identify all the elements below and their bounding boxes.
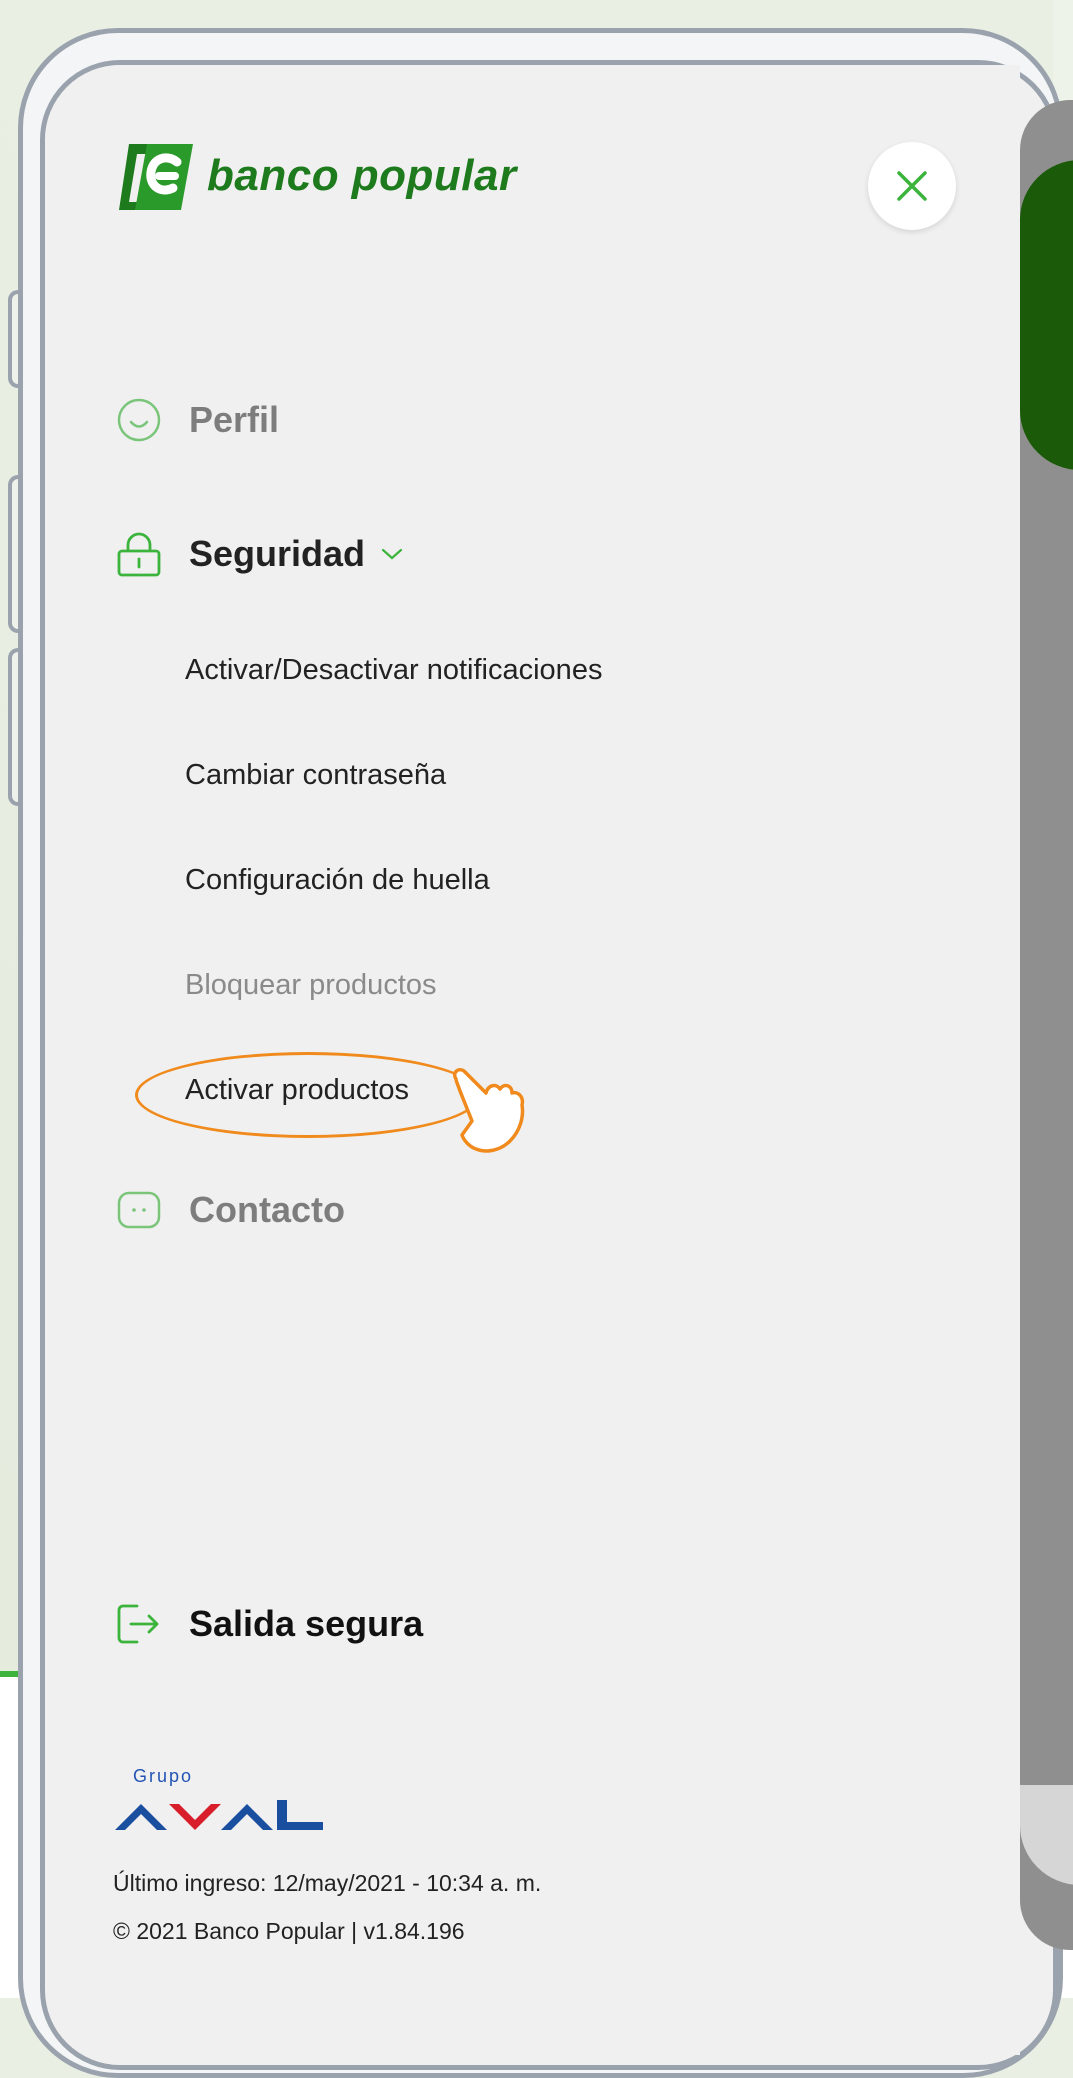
chat-bubble-icon bbox=[115, 1186, 163, 1234]
app-behind-green-card bbox=[1020, 160, 1073, 470]
menu-label-contacto: Contacto bbox=[189, 1189, 345, 1230]
side-drawer bbox=[45, 65, 1020, 2055]
grupo-aval-logo-mark bbox=[115, 1800, 323, 1830]
close-button[interactable] bbox=[868, 142, 956, 230]
chevron-down-icon bbox=[381, 548, 403, 560]
grupo-aval-logo-grupo: Grupo bbox=[133, 1766, 194, 1786]
menu-item-perfil[interactable]: Perfil bbox=[115, 396, 279, 444]
submenu-item[interactable]: Cambiar contraseña bbox=[185, 759, 446, 792]
menu-item-seguridad[interactable]: Seguridad bbox=[115, 530, 403, 578]
banco-popular-logo-icon bbox=[119, 144, 193, 210]
close-icon bbox=[897, 171, 927, 201]
last-login-text: Último ingreso: 12/may/2021 - 10:34 a. m… bbox=[113, 1870, 542, 1896]
exit-label: Salida segura bbox=[189, 1603, 424, 1644]
submenu-item[interactable]: Configuración de huella bbox=[185, 864, 490, 897]
menu-label-perfil: Perfil bbox=[189, 399, 280, 440]
exit-button[interactable]: Salida segura bbox=[115, 1600, 423, 1648]
lock-icon bbox=[115, 530, 163, 578]
highlight-oval bbox=[135, 1052, 481, 1138]
banco-popular-logo: banco popular bbox=[115, 140, 517, 212]
pointing-hand-icon bbox=[452, 1067, 525, 1153]
grupo-aval-logo: Grupo bbox=[113, 1766, 333, 1836]
logo-text: banco popular bbox=[207, 151, 517, 200]
submenu-item[interactable]: Activar/Desactivar notificaciones bbox=[185, 654, 602, 687]
copyright-text: © 2021 Banco Popular | v1.84.196 bbox=[113, 1918, 465, 1944]
smiley-face-icon bbox=[115, 396, 163, 444]
menu-item-contacto[interactable]: Contacto bbox=[115, 1186, 345, 1234]
submenu-item-disabled: Bloquear productos bbox=[185, 969, 437, 1001]
menu-label-seguridad: Seguridad bbox=[189, 533, 366, 574]
exit-icon bbox=[115, 1600, 163, 1648]
